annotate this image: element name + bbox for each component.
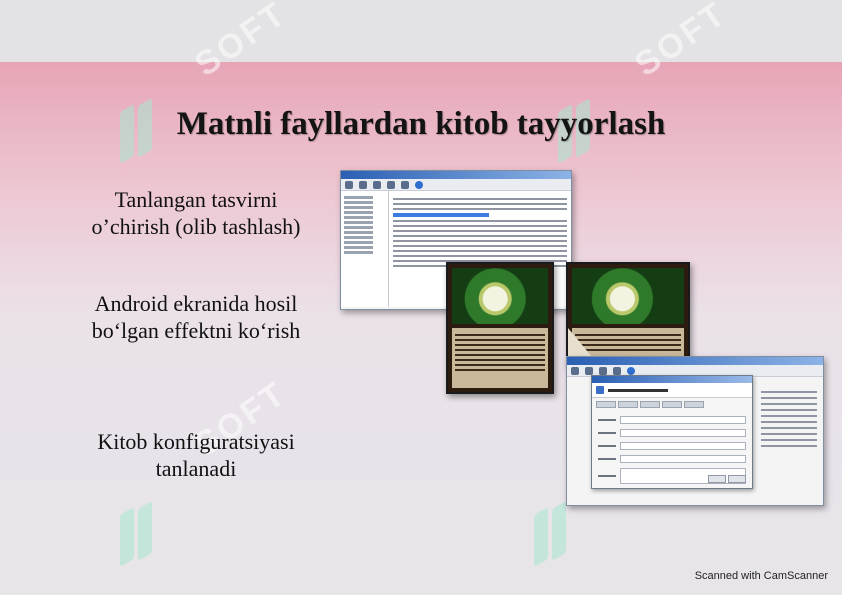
chapter-tree [341,191,389,307]
ok-button [708,475,726,483]
caption-line: Tanlangan tasvirni [114,187,278,212]
flower-image [452,268,548,324]
caption-book-config: Kitob konfiguratsiyasi tanlanadi [46,428,346,482]
toolbar-icon [599,367,607,375]
dialog-field-row [598,416,746,424]
window-text-column [761,387,817,451]
config-window-screenshot [566,356,824,506]
toolbar-icon [401,181,409,189]
caption-line: o’chirish (olib tashlash) [91,214,301,239]
dialog-field-row [598,455,746,463]
page-text [452,328,548,388]
book-page-curl-screenshot [566,262,690,366]
dialog-header [592,383,752,398]
flower-image [572,268,684,324]
toolbar-icon [613,367,621,375]
caption-line: Android ekranida hosil [94,291,298,316]
watermark-logo-icon [532,500,572,568]
window-titlebar [341,171,571,179]
window-titlebar [567,357,823,365]
dialog-titlebar [592,376,752,383]
window-toolbar [341,179,571,191]
dialog-field-row [598,442,746,450]
toolbar-icon [345,181,353,189]
caption-android-effect: Android ekranida hosil bo‘lgan effektni … [46,290,346,344]
help-icon [415,181,423,189]
toolbar-icon [373,181,381,189]
dialog-field-row [598,429,746,437]
caption-remove-image: Tanlangan tasvirni o’chirish (olib tashl… [46,186,346,240]
dialog-tabs [592,398,752,411]
caption-line: Kitob konfiguratsiyasi [97,429,295,454]
caption-line: bo‘lgan effektni ko‘rish [91,318,301,343]
book-page-screenshot [446,262,554,394]
toolbar-icon [387,181,395,189]
dialog-icon [596,386,604,394]
book-info-dialog [591,375,753,489]
watermark-logo-icon [118,500,158,568]
cancel-button [728,475,746,483]
caption-line: tanlanadi [155,456,237,481]
help-icon [627,367,635,375]
toolbar-icon [585,367,593,375]
toolbar-icon [359,181,367,189]
scanner-watermark: Scanned with CamScanner [694,570,828,582]
toolbar-icon [571,367,579,375]
slide-title: Matnli fayllardan kitob tayyorlash [176,106,666,142]
